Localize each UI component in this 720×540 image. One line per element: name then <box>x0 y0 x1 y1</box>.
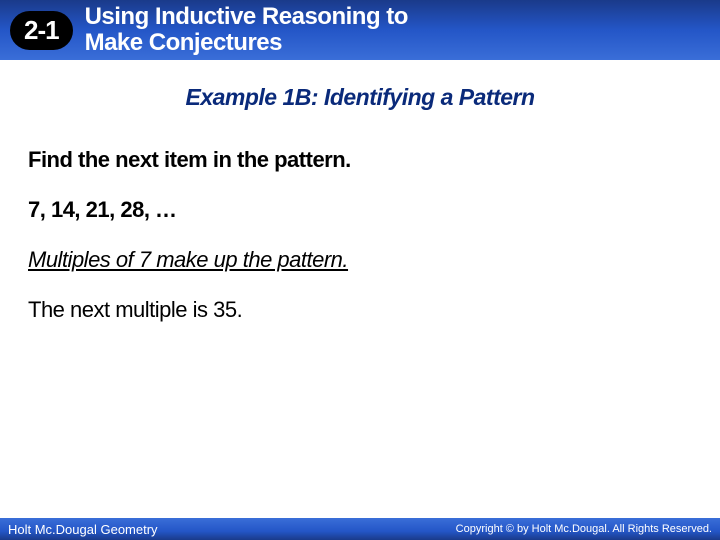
slide-header: 2-1 Using Inductive Reasoning to Make Co… <box>0 0 720 60</box>
slide-content: Example 1B: Identifying a Pattern Find t… <box>0 60 720 323</box>
lesson-title: Using Inductive Reasoning to Make Conjec… <box>85 4 408 57</box>
lesson-title-line1: Using Inductive Reasoning to <box>85 3 408 30</box>
section-number-badge: 2-1 <box>10 11 73 50</box>
answer-text: The next multiple is 35. <box>28 297 692 323</box>
pattern-observation: Multiples of 7 make up the pattern. <box>28 247 692 273</box>
slide-footer: Holt Mc.Dougal Geometry Copyright © by H… <box>0 518 720 540</box>
footer-copyright: Copyright © by Holt Mc.Dougal. All Right… <box>456 523 712 535</box>
problem-instruction: Find the next item in the pattern. <box>28 147 692 173</box>
footer-book-title: Holt Mc.Dougal Geometry <box>8 522 158 537</box>
number-sequence: 7, 14, 21, 28, … <box>28 197 692 223</box>
lesson-title-line2: Make Conjectures <box>85 29 282 56</box>
example-heading: Example 1B: Identifying a Pattern <box>28 84 692 111</box>
